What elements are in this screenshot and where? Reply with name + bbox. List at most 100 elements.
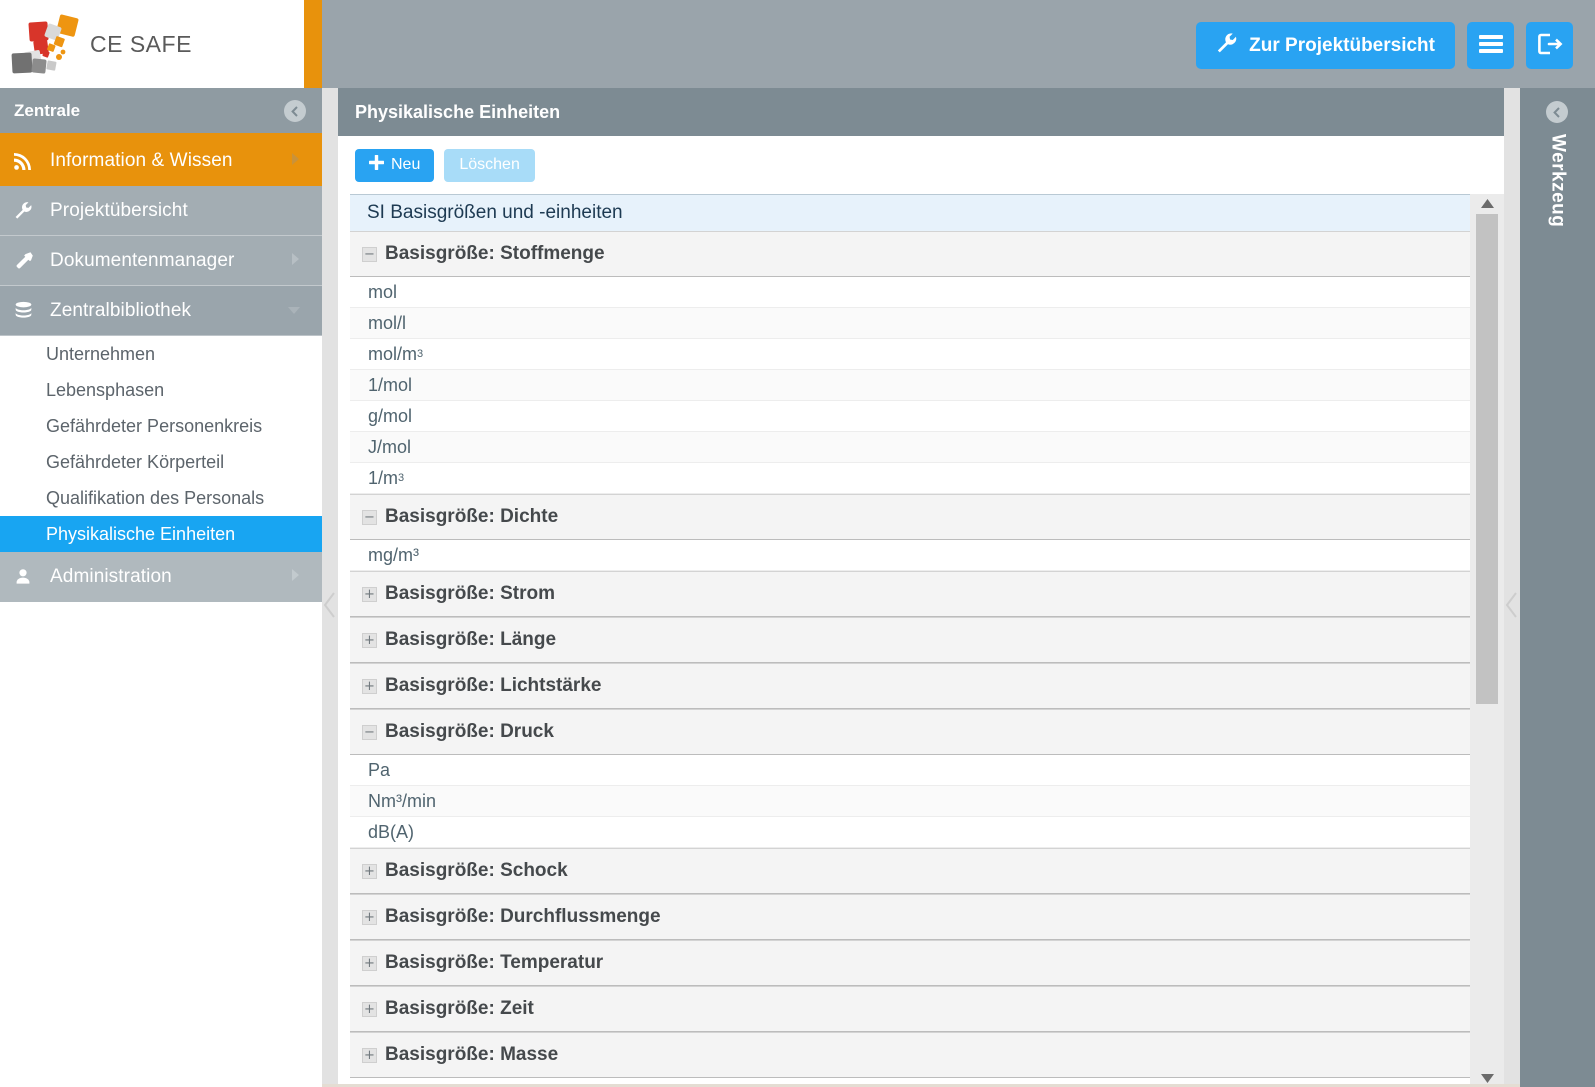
unit-label: mg/m³	[368, 544, 419, 565]
brand-name: CE SAFE	[90, 30, 192, 57]
collapse-toggle-icon[interactable]: −	[362, 246, 377, 262]
sidebar-subitem[interactable]: Unternehmen	[0, 336, 322, 372]
brand-header: CE SAFE	[0, 0, 322, 88]
sidebar-subitem[interactable]: Lebensphasen	[0, 372, 322, 408]
scrollbar-thumb[interactable]	[1476, 214, 1498, 704]
logout-button[interactable]	[1526, 22, 1573, 69]
logout-icon	[1537, 32, 1563, 59]
sidebar-subitem[interactable]: Gefährdeter Körperteil	[0, 444, 322, 480]
sidebar-subitem[interactable]: Qualifikation des Personals	[0, 480, 322, 516]
page-title: Physikalische Einheiten	[355, 101, 561, 122]
expand-toggle-icon[interactable]: +	[362, 863, 377, 879]
unit-label: g/mol	[368, 405, 413, 426]
unit-label: mol/l	[368, 312, 407, 333]
expand-toggle-icon[interactable]: +	[362, 632, 377, 648]
ce-safe-squares-logo-icon	[11, 14, 79, 74]
application-window: CE SAFE Zentrale Information & Wissen Pr…	[0, 0, 1595, 1087]
sidebar-collapse-icon[interactable]	[284, 100, 306, 122]
sidebar-item-zentralbibliothek[interactable]: Zentralbibliothek	[0, 286, 322, 336]
sidebar-subitem-label: Qualifikation des Personals	[46, 487, 265, 508]
user-icon	[14, 568, 44, 586]
group-row[interactable]: − Basisgröße: Dichte	[350, 494, 1470, 540]
sidebar-resize-handle[interactable]	[322, 88, 338, 1087]
group-label: Basisgröße: Stoffmenge	[385, 243, 605, 264]
group-row[interactable]: + Basisgröße: Durchflussmenge	[350, 894, 1470, 940]
sidebar-item-projektuebersicht[interactable]: Projektübersicht	[0, 186, 322, 236]
collapse-toggle-icon[interactable]: −	[362, 724, 377, 740]
sidebar-item-dokumentenmanager[interactable]: Dokumentenmanager	[0, 236, 322, 286]
wrench-icon	[14, 201, 44, 220]
brand-accent-bar	[304, 0, 322, 88]
group-row[interactable]: + Basisgröße: Länge	[350, 617, 1470, 663]
collapse-toggle-icon[interactable]: −	[362, 509, 377, 525]
group-row[interactable]: + Basisgröße: Temperatur	[350, 940, 1470, 986]
delete-button[interactable]: Löschen	[444, 148, 535, 182]
unit-row[interactable]: mol/m 3	[350, 339, 1470, 370]
project-overview-button[interactable]: Zur Projektübersicht	[1196, 22, 1455, 69]
sidebar-subitem-list: Unternehmen Lebensphasen Gefährdeter Perso…	[0, 336, 322, 552]
tool-rail-label-wrap: Werkzeug	[1520, 134, 1595, 227]
group-label: Basisgröße: Temperatur	[385, 952, 604, 973]
section-title-row: SI Basisgrößen und -einheiten	[350, 194, 1470, 231]
group-row[interactable]: + Basisgröße: Schock	[350, 848, 1470, 894]
tool-rail: Werkzeug	[1520, 88, 1595, 1087]
expand-toggle-icon[interactable]: +	[362, 678, 377, 694]
expand-toggle-icon[interactable]: +	[362, 586, 377, 602]
panel-header: Physikalische Einheiten	[338, 88, 1504, 136]
unit-row[interactable]: J/mol	[350, 432, 1470, 463]
unit-row[interactable]: mol/l	[350, 308, 1470, 339]
group-row[interactable]: − Basisgröße: Druck	[350, 709, 1470, 755]
rss-feed-icon	[14, 152, 44, 170]
hamburger-menu-icon	[1478, 34, 1504, 57]
hammer-icon	[14, 251, 44, 270]
group-row[interactable]: + Basisgröße: Masse	[350, 1032, 1470, 1078]
unit-row[interactable]: g/mol	[350, 401, 1470, 432]
main-menu-button[interactable]	[1467, 22, 1514, 69]
unit-label: 1/m	[368, 467, 399, 488]
expand-toggle-icon[interactable]: +	[362, 1047, 377, 1063]
group-row[interactable]: − Basisgröße: Stoffmenge	[350, 231, 1470, 277]
unit-label: J/mol	[368, 436, 412, 457]
sidebar-subitem-label: Physikalische Einheiten	[46, 523, 236, 544]
sidebar-header: Zentrale	[0, 88, 322, 136]
sidebar-subitem-label: Gefährdeter Körperteil	[46, 451, 225, 472]
main-content-panel: Physikalische Einheiten Neu Löschen SI B…	[338, 88, 1504, 1087]
unit-row[interactable]: mg/m³	[350, 540, 1470, 571]
chevron-right-icon	[291, 252, 300, 270]
unit-row[interactable]: Nm³/min	[350, 786, 1470, 817]
sidebar-subitem-label: Gefährdeter Personenkreis	[46, 415, 263, 436]
sidebar-item-label: Administration	[50, 566, 172, 587]
sidebar-item-administration[interactable]: Administration	[0, 552, 322, 602]
unit-row[interactable]: 1/m 3	[350, 463, 1470, 494]
unit-row[interactable]: mol	[350, 277, 1470, 308]
unit-label: Nm³/min	[368, 790, 436, 811]
expand-toggle-icon[interactable]: +	[362, 955, 377, 971]
sidebar-subitem-label: Lebensphasen	[46, 379, 165, 400]
group-row[interactable]: + Basisgröße: Zeit	[350, 986, 1470, 1032]
group-label: Basisgröße: Masse	[385, 1044, 559, 1065]
new-button[interactable]: Neu	[355, 148, 435, 182]
group-list: − Basisgröße: Stoffmenge mol mol/l mol/m 3 1/m…	[338, 231, 1470, 1078]
toolrail-collapse-icon[interactable]	[1546, 101, 1568, 123]
unit-row[interactable]: dB(A)	[350, 817, 1470, 848]
toolrail-resize-handle[interactable]	[1504, 88, 1520, 1087]
expand-toggle-icon[interactable]: +	[362, 909, 377, 925]
group-label: Basisgröße: Schock	[385, 860, 568, 881]
project-overview-button-label: Zur Projektübersicht	[1249, 34, 1435, 56]
chevron-right-icon	[291, 152, 300, 170]
group-row[interactable]: + Basisgröße: Strom	[350, 571, 1470, 617]
group-label: Basisgröße: Zeit	[385, 998, 534, 1019]
group-row[interactable]: + Basisgröße: Lichtstärke	[350, 663, 1470, 709]
database-icon	[14, 301, 44, 320]
group-label: Basisgröße: Lichtstärke	[385, 675, 602, 696]
top-header-bar: Zur Projektübersicht	[322, 0, 1595, 88]
sidebar-subitem[interactable]: Gefährdeter Personenkreis	[0, 408, 322, 444]
sidebar-item-label: Projektübersicht	[50, 199, 188, 221]
expand-toggle-icon[interactable]: +	[362, 1001, 377, 1017]
list-scrollbar[interactable]	[1470, 194, 1504, 1087]
sidebar-subitem[interactable]: Physikalische Einheiten	[0, 516, 322, 552]
unit-row[interactable]: Pa	[350, 755, 1470, 786]
scroll-up-icon[interactable]	[1470, 194, 1504, 212]
unit-row[interactable]: 1/mol	[350, 370, 1470, 401]
sidebar-item-information-wissen[interactable]: Information & Wissen	[0, 136, 322, 186]
